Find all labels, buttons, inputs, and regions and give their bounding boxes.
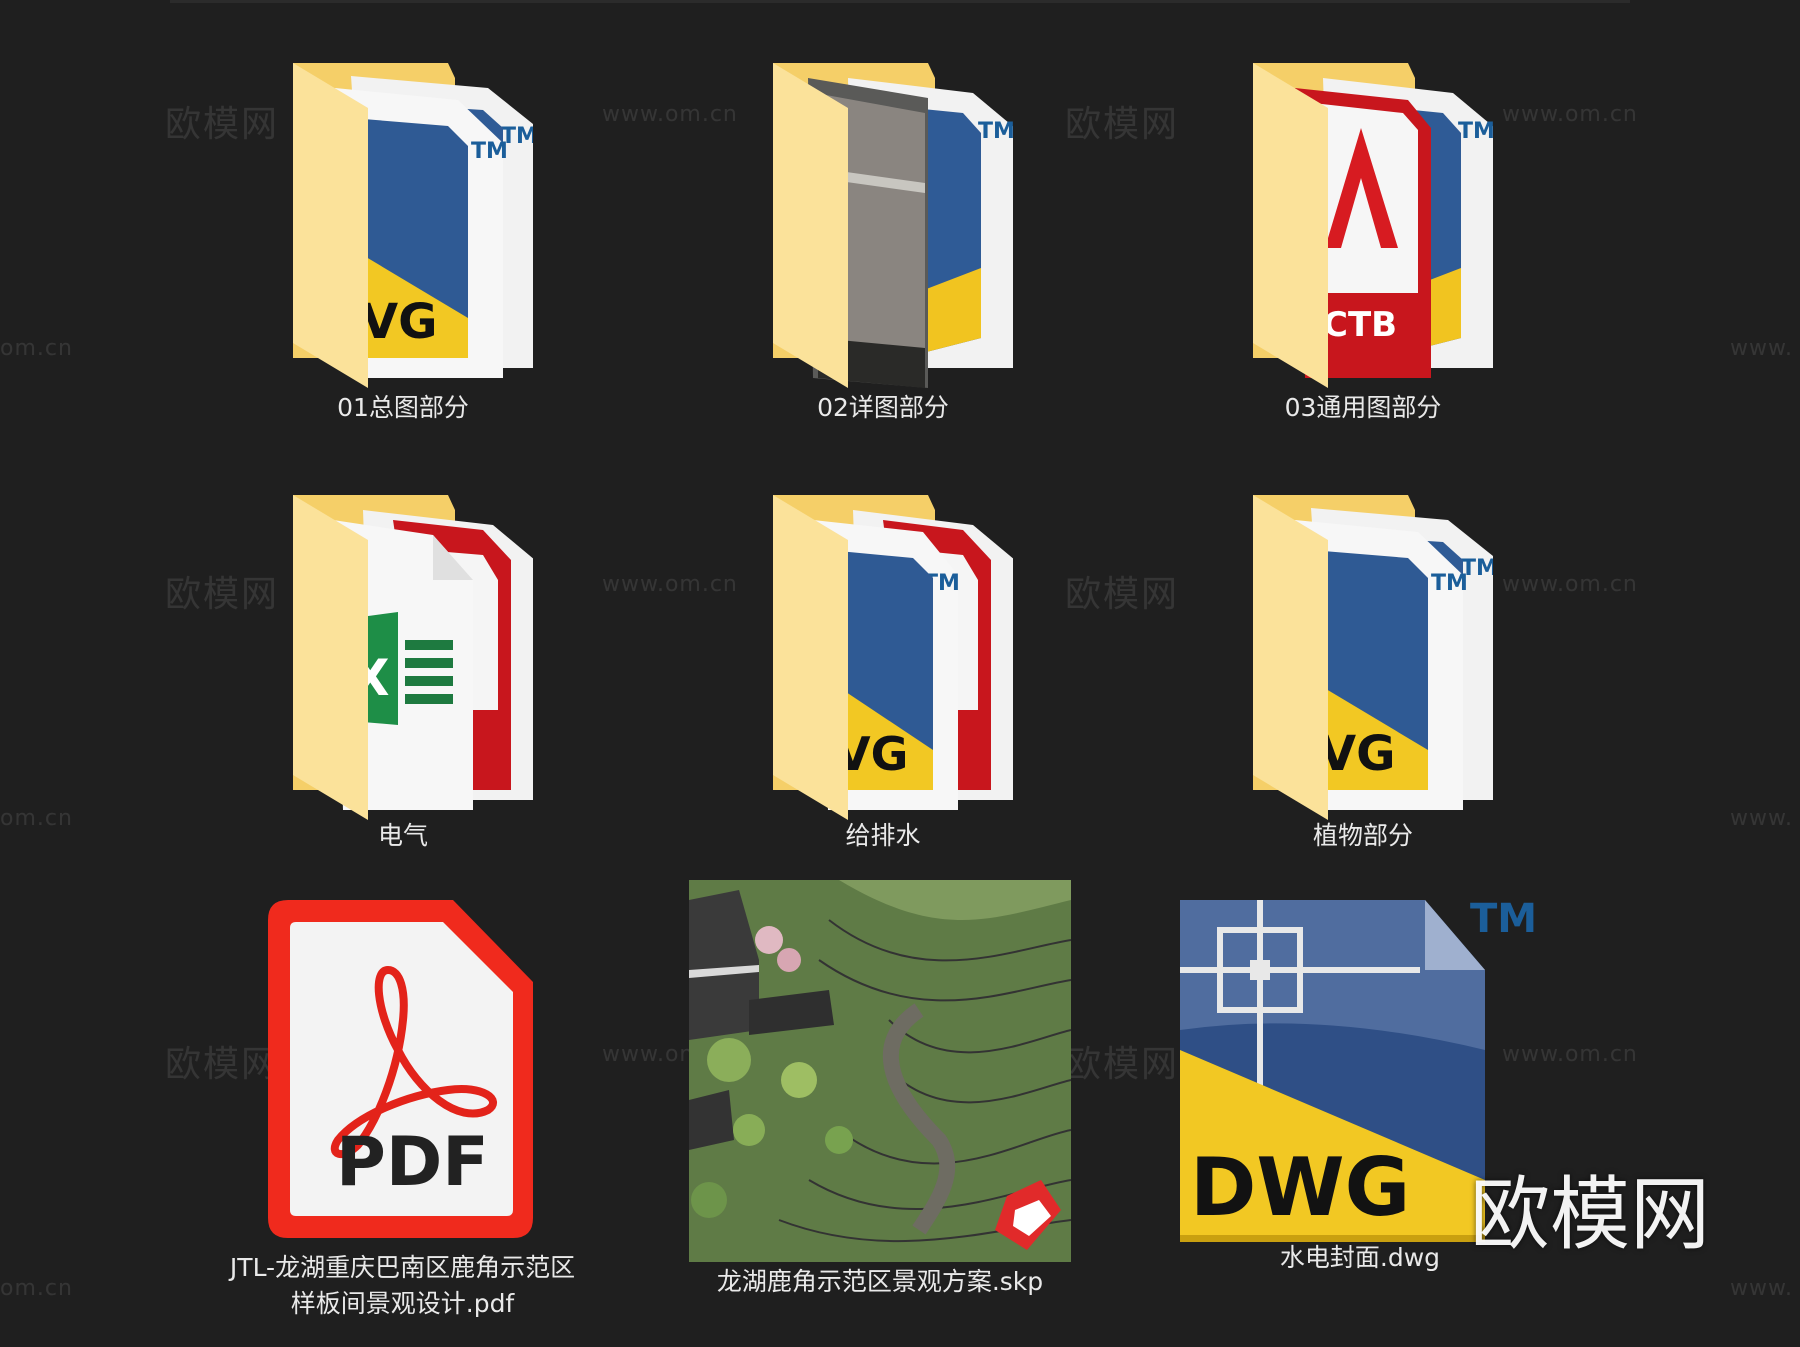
dwg-badge: VG xyxy=(1319,726,1396,782)
svg-text:TM: TM xyxy=(471,139,508,164)
top-divider xyxy=(170,0,1630,3)
watermark-url: www.om.cn xyxy=(602,572,738,597)
folder-label: 02详图部分 xyxy=(817,393,949,422)
folder-item[interactable]: TM TM VG 01总图部分 xyxy=(253,58,553,426)
watermark-url: www. xyxy=(1730,336,1793,361)
folder-label: 03通用图部分 xyxy=(1284,393,1442,422)
svg-text:VG: VG xyxy=(361,294,438,350)
pdf-icon: PDF xyxy=(258,890,548,1250)
watermark-text: 欧模网 xyxy=(1065,104,1180,145)
folder-label: 电气 xyxy=(377,821,428,850)
watermark-url: www. xyxy=(1730,1276,1793,1301)
folder-item[interactable]: X 电气 xyxy=(253,490,553,854)
dwg-icon-text: DWG xyxy=(1190,1141,1410,1234)
folder-icon: X xyxy=(273,490,535,820)
tm-mark: TM xyxy=(1470,896,1537,942)
folder-label: 植物部分 xyxy=(1312,821,1413,850)
folder-item[interactable]: TM VG 给排水 xyxy=(733,490,1033,854)
watermark-url: www.om.cn xyxy=(1502,572,1638,597)
sketchup-render-thumbnail xyxy=(689,880,1072,1262)
svg-text:TM: TM xyxy=(978,119,1013,144)
svg-text:TM: TM xyxy=(1458,119,1493,144)
watermark-url: om.cn xyxy=(0,1276,73,1301)
watermark-url: om.cn xyxy=(0,336,73,361)
folder-icon: TM xyxy=(753,58,1015,388)
watermark-url: om.cn xyxy=(0,806,73,831)
folder-item[interactable]: TM TM VG 植物部分 xyxy=(1213,490,1513,854)
watermark-url: www.om.cn xyxy=(1502,102,1638,127)
folder-icon: TM TM VG xyxy=(273,58,538,388)
folder-icon: TM VG xyxy=(753,490,1015,820)
watermark-url: www.om.cn xyxy=(602,102,738,127)
file-label: JTL-龙湖重庆巴南区鹿角示范区 xyxy=(229,1253,576,1282)
folder-label: 给排水 xyxy=(845,821,921,850)
folder-icon: TM CTB xyxy=(1233,58,1495,388)
watermark-text: 欧模网 xyxy=(1065,574,1180,615)
file-item-skp[interactable]: 龙湖鹿角示范区景观方案.skp xyxy=(640,880,1120,1300)
overlay-watermark: 欧模网 xyxy=(1470,1168,1710,1261)
pdf-icon-text: PDF xyxy=(336,1123,489,1202)
folder-label: 01总图部分 xyxy=(337,393,469,422)
svg-text:TM: TM xyxy=(1431,571,1468,596)
file-item-pdf[interactable]: PDF JTL-龙湖重庆巴南区鹿角示范区 样板间景观设计.pdf xyxy=(200,890,605,1322)
folder-icon: TM TM VG xyxy=(1233,490,1498,820)
folder-item[interactable]: TM CTB 03通用图部分 xyxy=(1213,58,1513,426)
watermark-url: www. xyxy=(1730,806,1793,831)
folder-item[interactable]: TM 02详图部分 xyxy=(733,58,1033,426)
ctb-badge: CTB xyxy=(1323,305,1397,345)
file-label-line2: 样板间景观设计.pdf xyxy=(290,1289,515,1318)
file-label: 龙湖鹿角示范区景观方案.skp xyxy=(716,1267,1044,1296)
